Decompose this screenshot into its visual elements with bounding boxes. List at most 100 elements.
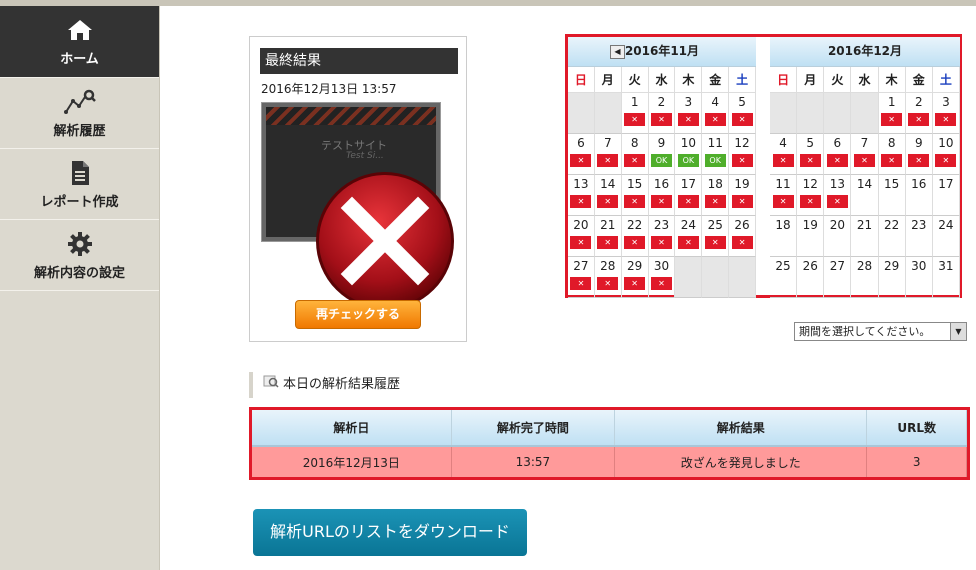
calendar-day[interactable]: 20 [824, 216, 852, 257]
status-ng-icon[interactable]: ✕ [597, 277, 619, 290]
calendar-day[interactable]: 29 ✕ [621, 257, 649, 298]
calendar-day[interactable]: 3 ✕ [675, 93, 703, 134]
status-ng-icon[interactable]: ✕ [826, 195, 848, 208]
download-url-list-button[interactable]: 解析URLのリストをダウンロード [253, 509, 527, 556]
calendar-day[interactable]: 14 ✕ [594, 175, 622, 216]
calendar-day[interactable]: 2 ✕ [648, 93, 676, 134]
status-ng-icon[interactable]: ✕ [731, 236, 753, 249]
status-ng-icon[interactable]: ✕ [881, 113, 903, 126]
calendar-day[interactable]: 16 ✕ [648, 175, 676, 216]
calendar-day[interactable]: 19 ✕ [729, 175, 756, 216]
table-row[interactable]: 2016年12月13日 13:57 改ざんを発見しました 3 [252, 446, 967, 477]
status-ng-icon[interactable]: ✕ [570, 195, 592, 208]
calendar-day[interactable]: 4 ✕ [770, 134, 798, 175]
status-ng-icon[interactable]: ✕ [624, 154, 646, 167]
calendar-day[interactable]: 5 ✕ [729, 93, 756, 134]
sidebar-item-report[interactable]: レポート作成 [0, 149, 159, 220]
calendar-day[interactable]: 27 [824, 257, 852, 298]
calendar-day[interactable]: 28 [851, 257, 879, 298]
status-ng-icon[interactable]: ✕ [799, 195, 821, 208]
calendar-day[interactable]: 11 OK [702, 134, 730, 175]
calendar-day[interactable]: 15 ✕ [621, 175, 649, 216]
calendar-day[interactable]: 6 ✕ [824, 134, 852, 175]
calendar-day[interactable]: 24 [932, 216, 960, 257]
status-ng-icon[interactable]: ✕ [597, 236, 619, 249]
period-select[interactable]: 期間を選択してください。 ▼ [794, 322, 967, 341]
status-ok-badge[interactable]: OK [704, 154, 726, 167]
calendar-day[interactable]: 12 ✕ [797, 175, 825, 216]
calendar-day[interactable]: 30 ✕ [648, 257, 676, 298]
sidebar-item-home[interactable]: ホーム [0, 6, 159, 78]
calendar-day[interactable]: 20 ✕ [568, 216, 595, 257]
calendar-day[interactable]: 23 ✕ [648, 216, 676, 257]
status-ng-icon[interactable]: ✕ [731, 195, 753, 208]
calendar-day[interactable]: 26 [797, 257, 825, 298]
calendar-day[interactable]: 8 ✕ [878, 134, 906, 175]
status-ng-icon[interactable]: ✕ [650, 236, 672, 249]
calendar-day[interactable]: 9 OK [648, 134, 676, 175]
status-ng-icon[interactable]: ✕ [935, 154, 957, 167]
status-ng-icon[interactable]: ✕ [935, 113, 957, 126]
status-ok-badge[interactable]: OK [650, 154, 672, 167]
calendar-day[interactable]: 1 ✕ [878, 93, 906, 134]
calendar-day[interactable]: 31 [932, 257, 960, 298]
calendar-day[interactable]: 10 ✕ [932, 134, 960, 175]
calendar-day[interactable]: 12 ✕ [729, 134, 756, 175]
status-ng-icon[interactable]: ✕ [570, 154, 592, 167]
calendar-day[interactable]: 1 ✕ [621, 93, 649, 134]
status-ng-icon[interactable]: ✕ [881, 154, 903, 167]
calendar-day[interactable]: 19 [797, 216, 825, 257]
status-ng-icon[interactable]: ✕ [570, 236, 592, 249]
status-ng-icon[interactable]: ✕ [704, 195, 726, 208]
calendar-day[interactable]: 8 ✕ [621, 134, 649, 175]
status-ng-icon[interactable]: ✕ [704, 236, 726, 249]
sidebar-item-settings[interactable]: 解析内容の設定 [0, 220, 159, 291]
calendar-day[interactable]: 7 ✕ [851, 134, 879, 175]
calendar-day[interactable]: 30 [905, 257, 933, 298]
calendar-day[interactable]: 16 [905, 175, 933, 216]
calendar-day[interactable]: 25 ✕ [702, 216, 730, 257]
status-ng-icon[interactable]: ✕ [853, 154, 875, 167]
status-ng-icon[interactable]: ✕ [624, 236, 646, 249]
status-ng-icon[interactable]: ✕ [624, 277, 646, 290]
status-ng-icon[interactable]: ✕ [650, 277, 672, 290]
status-ng-icon[interactable]: ✕ [677, 236, 699, 249]
calendar-day[interactable]: 3 ✕ [932, 93, 960, 134]
calendar-day[interactable]: 2 ✕ [905, 93, 933, 134]
calendar-day[interactable]: 9 ✕ [905, 134, 933, 175]
status-ng-icon[interactable]: ✕ [624, 195, 646, 208]
calendar-day[interactable]: 17 [932, 175, 960, 216]
recheck-button[interactable]: 再チェックする [295, 300, 421, 329]
calendar-day[interactable]: 25 [770, 257, 798, 298]
calendar-day[interactable]: 6 ✕ [568, 134, 595, 175]
calendar-day[interactable]: 24 ✕ [675, 216, 703, 257]
calendar-day[interactable]: 22 ✕ [621, 216, 649, 257]
calendar-day[interactable]: 21 [851, 216, 879, 257]
calendar-day[interactable]: 7 ✕ [594, 134, 622, 175]
calendar-day[interactable]: 4 ✕ [702, 93, 730, 134]
calendar-day[interactable]: 22 [878, 216, 906, 257]
prev-month-button[interactable]: ◀ [610, 45, 625, 59]
status-ng-icon[interactable]: ✕ [731, 113, 753, 126]
status-ng-icon[interactable]: ✕ [677, 195, 699, 208]
calendar-day[interactable]: 13 ✕ [824, 175, 852, 216]
status-ng-icon[interactable]: ✕ [772, 195, 794, 208]
calendar-day[interactable]: 5 ✕ [797, 134, 825, 175]
status-ng-icon[interactable]: ✕ [650, 113, 672, 126]
status-ng-icon[interactable]: ✕ [908, 154, 930, 167]
status-ng-icon[interactable]: ✕ [826, 154, 848, 167]
calendar-day[interactable]: 17 ✕ [675, 175, 703, 216]
calendar-day[interactable]: 21 ✕ [594, 216, 622, 257]
calendar-day[interactable]: 28 ✕ [594, 257, 622, 298]
calendar-day[interactable]: 27 ✕ [568, 257, 595, 298]
status-ng-icon[interactable]: ✕ [597, 195, 619, 208]
status-ng-icon[interactable]: ✕ [650, 195, 672, 208]
calendar-day[interactable]: 29 [878, 257, 906, 298]
chevron-down-icon[interactable]: ▼ [950, 323, 966, 340]
calendar-day[interactable]: 13 ✕ [568, 175, 595, 216]
status-ng-icon[interactable]: ✕ [731, 154, 753, 167]
status-ok-badge[interactable]: OK [677, 154, 699, 167]
calendar-day[interactable]: 26 ✕ [729, 216, 756, 257]
status-ng-icon[interactable]: ✕ [597, 154, 619, 167]
status-ng-icon[interactable]: ✕ [908, 113, 930, 126]
